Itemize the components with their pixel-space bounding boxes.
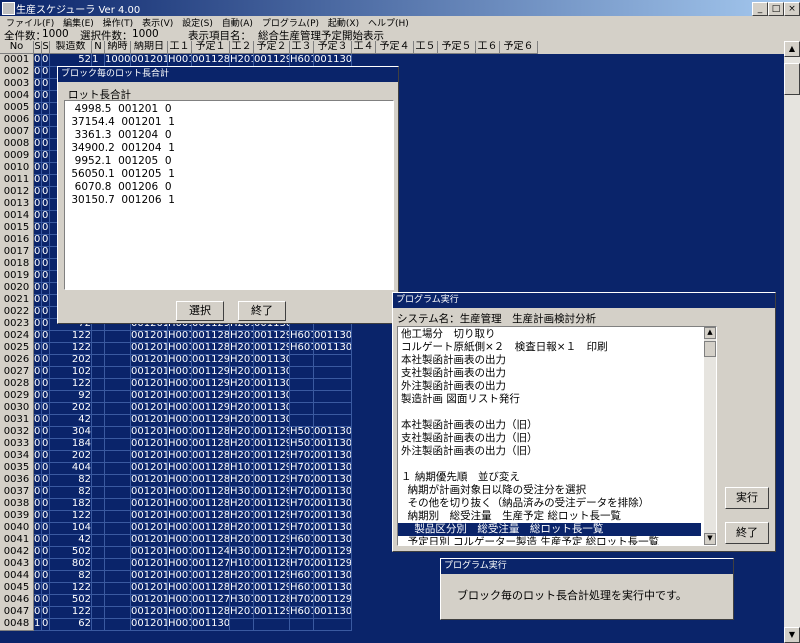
grid-header-cell[interactable]: 予定６ (500, 41, 538, 54)
table-row[interactable]: 0001 0 0 52 1 1000 001201 H001 001128 H201 001129 H… (0, 54, 784, 67)
status-message: ブロック毎のロット長合計処理を実行中です。 (457, 589, 687, 602)
table-cell (254, 618, 290, 631)
table-cell: 001201 (131, 618, 168, 631)
program-list-item[interactable]: 納期が計画対象日以降の受注分を選択 (398, 484, 701, 497)
lot-list[interactable]: 4998.5 001201 0 37154.4 001201 1 3361.3 … (64, 100, 394, 290)
table-cell (105, 618, 131, 631)
program-list-item[interactable] (398, 458, 701, 471)
program-list-item[interactable]: 本社製函計画表の出力（旧） (398, 419, 701, 432)
lot-list-item[interactable]: 6070.8 001206 0 (65, 181, 393, 194)
lot-list-item[interactable]: 56050.1 001205 1 (65, 168, 393, 181)
table-cell: H001 (168, 618, 192, 631)
run-button[interactable]: 実行 (725, 487, 769, 509)
program-dialog-title: プログラム実行 (393, 293, 775, 308)
program-list-item[interactable]: 外注製函計画表の出力 (398, 380, 701, 393)
system-label: システム名： (397, 313, 460, 325)
table-cell (314, 618, 352, 631)
grid-header-cell[interactable]: No (0, 41, 34, 54)
grid-header-cell[interactable]: 予定４ (376, 41, 414, 54)
row-number: 0048 (0, 618, 34, 631)
program-list-item[interactable]: 製造計画 図面リスト発行 (398, 393, 701, 406)
lot-close-button[interactable]: 終了 (238, 301, 286, 321)
menu-bar: ファイル(F) 編集(E) 操作(T) 表示(V) 設定(S) 自動(A) プロ… (0, 16, 800, 29)
total-count: 1000 (42, 28, 69, 40)
grid-header-cell[interactable]: 予定５ (438, 41, 476, 54)
grid-header-cell[interactable]: 工６ (476, 41, 500, 54)
program-list-item[interactable]: その他を切り抜く（納品済みの受注データを排除） (398, 497, 701, 510)
scroll-up-button[interactable]: ▲ (784, 41, 800, 57)
program-list-item[interactable]: 外注製函計画表の出力（旧） (398, 445, 701, 458)
lot-list-item[interactable]: 3361.3 001204 0 (65, 129, 393, 142)
lot-list-item[interactable]: 34900.2 001204 1 (65, 142, 393, 155)
selected-count: 1000 (132, 28, 159, 40)
program-list-item[interactable]: 他工場分 切り取り (398, 328, 701, 341)
table-cell (290, 618, 314, 631)
grid-header-cell[interactable]: 工１ (168, 41, 192, 54)
grid-header-cell[interactable]: 工４ (352, 41, 376, 54)
lot-total-dialog: ブロック毎のロット長合計 ロット長合計 4998.5 001201 0 3715… (57, 66, 399, 324)
grid-header-cell[interactable]: 納期日 (131, 41, 168, 54)
grid-header-cell[interactable]: 納時 (105, 41, 131, 54)
title-bar: 生産スケジューラ Ver 4.00 _ □ × (0, 0, 800, 16)
window-title: 生産スケジューラ Ver 4.00 (16, 5, 141, 16)
grid-header-cell[interactable]: 工５ (414, 41, 438, 54)
vertical-scrollbar[interactable]: ▲ ▼ (784, 41, 800, 643)
close-button[interactable]: × (784, 2, 800, 16)
table-cell: 001130 (192, 618, 230, 631)
lot-list-item[interactable]: 30150.7 001206 1 (65, 194, 393, 207)
table-cell (230, 618, 254, 631)
grid-header-cell[interactable]: S (42, 41, 50, 54)
program-list-item[interactable]: 支社製函計画表の出力 (398, 367, 701, 380)
program-list-item[interactable]: １ 納期優先順 並び変え (398, 471, 701, 484)
grid-header-cell[interactable]: 工２ (230, 41, 254, 54)
app-icon (2, 2, 15, 15)
list-scroll-thumb[interactable] (704, 341, 716, 357)
select-button[interactable]: 選択 (176, 301, 224, 321)
program-list[interactable]: 他工場分 切り取り コルゲート原紙側×２ 検査日報×１ 印刷 本社製函計画表の出力支… (397, 326, 717, 546)
scroll-thumb[interactable] (784, 63, 800, 95)
lot-list-item[interactable]: 9952.1 001205 0 (65, 155, 393, 168)
program-dialog: プログラム実行 システム名：生産管理 生産計画検討分析 他工場分 切り取り コルゲ… (392, 292, 776, 552)
lot-list-item[interactable]: 37154.4 001201 1 (65, 116, 393, 129)
status-dialog-title: プログラム実行 (441, 559, 733, 574)
lot-dialog-title: ブロック毎のロット長合計 (58, 67, 398, 82)
program-list-item[interactable]: 製品区分別 総受注量 総ロット長一覧 (398, 523, 701, 536)
program-list-item[interactable] (398, 406, 701, 419)
status-dialog: プログラム実行 ブロック毎のロット長合計処理を実行中です。 (440, 558, 734, 620)
program-list-item[interactable]: 予定日別 コルゲーター製造 生産予定 総ロット長一覧 (398, 536, 701, 545)
program-list-item[interactable]: コルゲート原紙側×２ 検査日報×１ 印刷 (398, 341, 701, 354)
scroll-down-button[interactable]: ▼ (784, 627, 800, 643)
program-list-item[interactable]: 本社製函計画表の出力 (398, 354, 701, 367)
program-list-item[interactable]: 支社製函計画表の出力（旧） (398, 432, 701, 445)
system-name-row: システム名：生産管理 生産計画検討分析 (397, 311, 596, 326)
grid-header-cell[interactable]: 工３ (290, 41, 314, 54)
table-cell: 62 (50, 618, 92, 631)
program-list-scrollbar[interactable]: ▲ ▼ (704, 327, 716, 545)
grid-header-cell[interactable]: 予定２ (254, 41, 290, 54)
list-scroll-down[interactable]: ▼ (704, 533, 716, 545)
grid-header-cell[interactable]: 予定１ (192, 41, 230, 54)
program-close-button[interactable]: 終了 (725, 522, 769, 544)
list-scroll-up[interactable]: ▲ (704, 327, 716, 339)
grid-header-cell[interactable]: N (92, 41, 105, 54)
minimize-button[interactable]: _ (752, 2, 768, 16)
table-cell: 1 (34, 618, 42, 631)
maximize-button[interactable]: □ (768, 2, 784, 16)
table-cell: 0 (42, 618, 50, 631)
table-cell (92, 618, 105, 631)
grid-header: No S S 製造数 N 納時 納期日 工１ 予定１ 工２ 予定２ 工３ 予定３ 工４ 予定４ 工５ 予定５ 工６… (0, 41, 784, 54)
grid-header-cell[interactable]: 予定３ (314, 41, 352, 54)
program-list-item[interactable]: 納期別 総受注量 生産予定 総ロット長一覧 (398, 510, 701, 523)
lot-list-item[interactable]: 4998.5 001201 0 (65, 103, 393, 116)
grid-header-cell[interactable]: S (34, 41, 42, 54)
grid-header-cell[interactable]: 製造数 (50, 41, 92, 54)
system-name: 生産管理 生産計画検討分析 (459, 313, 597, 325)
